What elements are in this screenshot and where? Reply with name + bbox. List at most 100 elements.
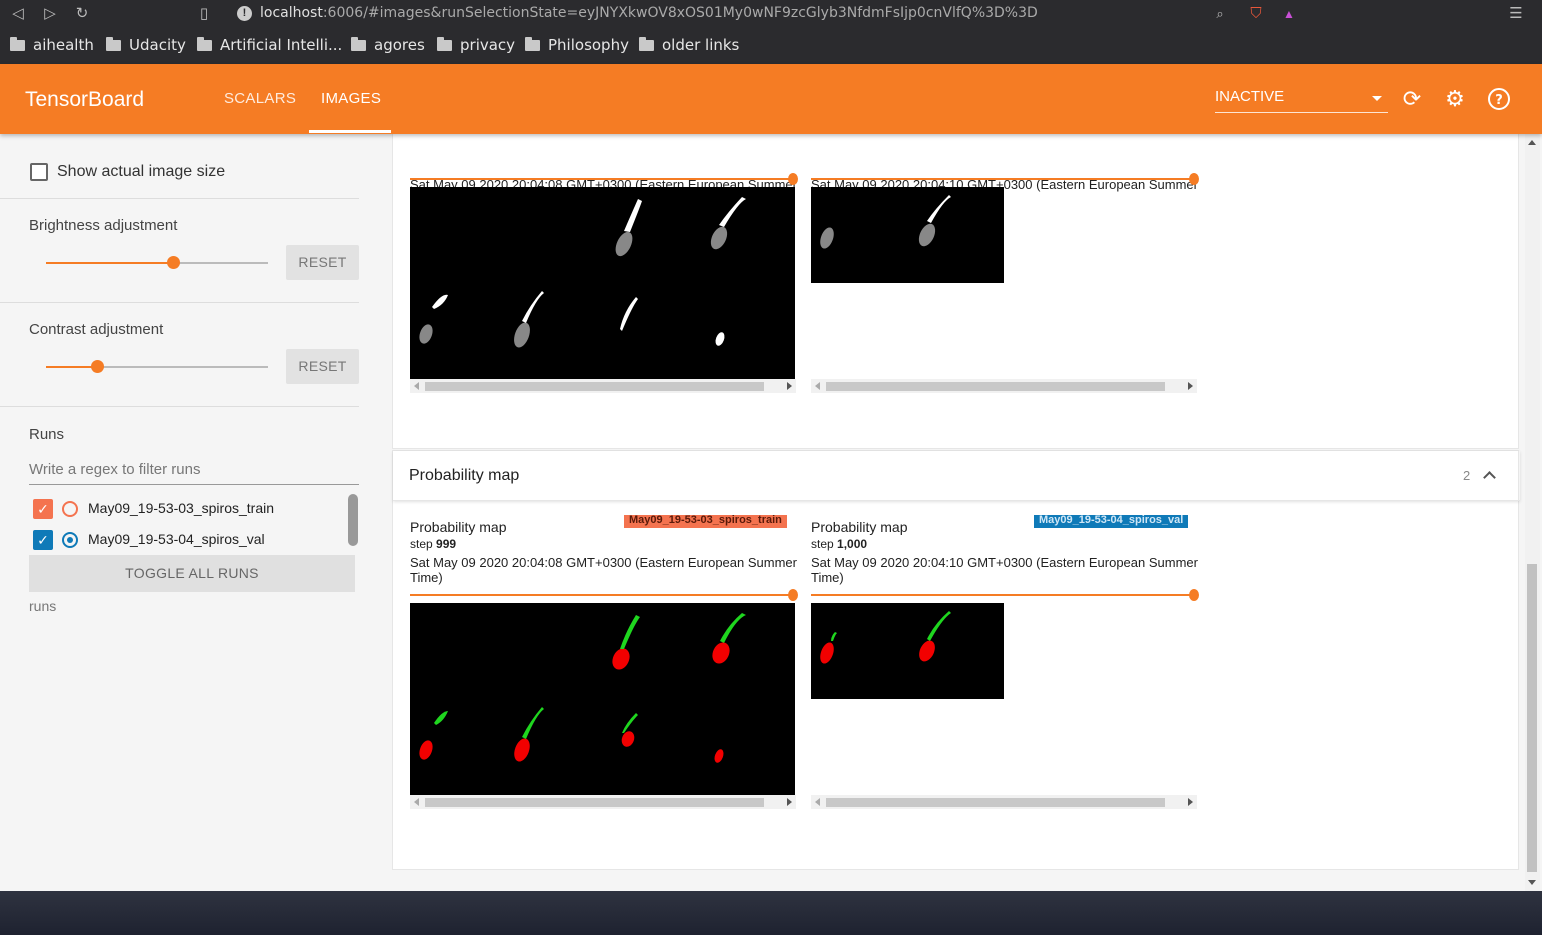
step-slider-thumb[interactable] — [1189, 589, 1199, 601]
runs-filter-input[interactable]: Write a regex to filter runs — [29, 457, 359, 485]
svg-text:?: ? — [1495, 93, 1503, 108]
bookmark-agores[interactable]: agores — [351, 34, 425, 56]
zoom-icon[interactable]: ⌕ — [1210, 4, 1230, 24]
scroll-right-icon[interactable] — [1188, 798, 1193, 806]
runs-footer: runs — [29, 598, 57, 614]
status-select[interactable]: INACTIVE — [1215, 88, 1388, 113]
desktop-taskbar — [0, 891, 1542, 935]
app-title: TensorBoard — [25, 88, 145, 111]
step-slider-thumb[interactable] — [788, 589, 798, 601]
bookmark-older-links[interactable]: older links — [639, 34, 739, 56]
reload-icon[interactable]: ↻ — [72, 4, 92, 24]
scroll-thumb[interactable] — [826, 382, 1165, 391]
scroll-right-icon[interactable] — [787, 382, 792, 390]
rewards-icon[interactable]: ▲ — [1279, 4, 1299, 24]
brave-shield-icon[interactable]: ⛉ — [1246, 4, 1266, 24]
url-text[interactable]: localhost:6006/#images&runSelectionState… — [260, 5, 1038, 21]
page-scroll-thumb[interactable] — [1527, 564, 1537, 872]
contrast-slider-fill — [46, 366, 98, 368]
scroll-right-icon[interactable] — [1188, 382, 1193, 390]
page-v-scrollbar[interactable] — [1525, 134, 1540, 891]
run-name: May09_19-53-03_spiros_train — [88, 500, 274, 516]
scroll-left-icon[interactable] — [815, 382, 820, 390]
bookmark-label: Philosophy — [548, 36, 629, 54]
image-pane: Probability map May09_19-53-04_spiros_va… — [811, 515, 1199, 829]
step-slider[interactable] — [410, 589, 798, 601]
run-checkbox[interactable]: ✓ — [33, 499, 53, 519]
card-header[interactable]: Probability map 2 — [393, 451, 1520, 501]
image-h-scrollbar[interactable] — [410, 379, 796, 393]
run-checkbox[interactable]: ✓ — [33, 530, 53, 550]
mask-image — [811, 187, 1004, 283]
scroll-down-icon[interactable] — [1528, 880, 1536, 885]
scroll-left-icon[interactable] — [414, 798, 419, 806]
tensorboard-header: TensorBoard SCALARS IMAGES INACTIVE ⟳ ⚙ … — [0, 64, 1542, 134]
bookmark-label: Udacity — [129, 36, 186, 54]
step-slider[interactable] — [410, 173, 798, 185]
show-actual-size-label: Show actual image size — [57, 163, 226, 180]
scroll-left-icon[interactable] — [414, 382, 419, 390]
run-radio[interactable] — [62, 532, 78, 548]
pane-step: step 999 — [410, 537, 456, 551]
pane-timestamp: Sat May 09 2020 20:04:08 GMT+0300 (Easte… — [410, 555, 797, 585]
toggle-all-runs-button[interactable]: TOGGLE ALL RUNS — [29, 555, 355, 592]
menu-icon[interactable]: ☰ — [1506, 4, 1526, 24]
scroll-right-icon[interactable] — [787, 798, 792, 806]
scroll-thumb[interactable] — [425, 798, 764, 807]
forward-icon[interactable]: ▷ — [40, 4, 60, 24]
pane-step: step 1,000 — [811, 537, 867, 551]
run-name: May09_19-53-04_spiros_val — [88, 531, 265, 547]
back-icon[interactable]: ◁ — [8, 4, 28, 24]
step-slider[interactable] — [811, 173, 1199, 185]
scroll-thumb[interactable] — [425, 382, 764, 391]
bookmark-philosophy[interactable]: Philosophy — [525, 34, 629, 56]
run-radio[interactable] — [62, 501, 78, 517]
folder-icon — [437, 36, 452, 51]
dropdown-caret-icon — [1372, 96, 1382, 101]
bookmark-label: privacy — [460, 36, 516, 54]
tab-scalars[interactable]: SCALARS — [224, 90, 296, 107]
settings-gear-icon[interactable]: ⚙ — [1443, 87, 1467, 111]
image-h-scrollbar[interactable] — [811, 379, 1197, 393]
contrast-slider-thumb[interactable] — [91, 360, 105, 373]
bookmark-privacy[interactable]: privacy — [437, 34, 515, 56]
brightness-slider-thumb[interactable] — [166, 256, 180, 269]
show-size-section: Show actual image size — [0, 134, 359, 199]
step-slider[interactable] — [811, 589, 1199, 601]
probability-image — [811, 603, 1004, 699]
url-bar: ◁ ▷ ↻ ▯ ! localhost:6006/#images&runSele… — [0, 0, 1542, 28]
step-slider-thumb[interactable] — [1189, 173, 1199, 185]
show-actual-size-checkbox[interactable] — [30, 163, 48, 181]
tab-images[interactable]: IMAGES — [321, 90, 381, 107]
brightness-reset-button[interactable]: RESET — [286, 245, 359, 280]
scroll-thumb[interactable] — [826, 798, 1165, 807]
image-h-scrollbar[interactable] — [410, 795, 796, 809]
brightness-label: Brightness adjustment — [29, 217, 178, 234]
run-tag-badge: May09_19-53-04_spiros_val — [1034, 515, 1189, 528]
image-h-scrollbar[interactable] — [811, 795, 1197, 809]
scroll-left-icon[interactable] — [815, 798, 820, 806]
help-icon[interactable]: ? — [1487, 87, 1511, 111]
bookmark-label: aihealth — [33, 36, 94, 54]
bookmark-aihealth[interactable]: aihealth — [10, 34, 94, 56]
bookmarks-bar: aihealth Udacity Artificial Intelli... a… — [0, 34, 1542, 56]
contrast-label: Contrast adjustment — [29, 321, 164, 338]
bookmark-icon[interactable]: ▯ — [194, 4, 214, 24]
scroll-up-icon[interactable] — [1528, 140, 1536, 145]
images-card-top: Sat May 09 2020 20:04:08 GMT+0300 (Easte… — [392, 134, 1519, 449]
card-title: Probability map — [409, 467, 520, 484]
contrast-section: Contrast adjustment RESET — [0, 303, 359, 407]
site-info-icon[interactable]: ! — [237, 6, 252, 21]
refresh-icon[interactable]: ⟳ — [1400, 87, 1424, 111]
step-slider-thumb[interactable] — [788, 173, 798, 185]
runs-scrollbar[interactable] — [348, 494, 358, 546]
url-host: localhost — [260, 5, 323, 21]
sidebar: Show actual image size Brightness adjust… — [0, 134, 375, 891]
chevron-up-icon[interactable] — [1483, 471, 1496, 484]
bookmark-ai[interactable]: Artificial Intelli... — [197, 34, 342, 56]
probability-image — [410, 603, 795, 795]
step-value: 999 — [436, 537, 457, 551]
bookmark-udacity[interactable]: Udacity — [106, 34, 186, 56]
contrast-reset-button[interactable]: RESET — [286, 349, 359, 384]
step-label: step — [811, 537, 834, 551]
